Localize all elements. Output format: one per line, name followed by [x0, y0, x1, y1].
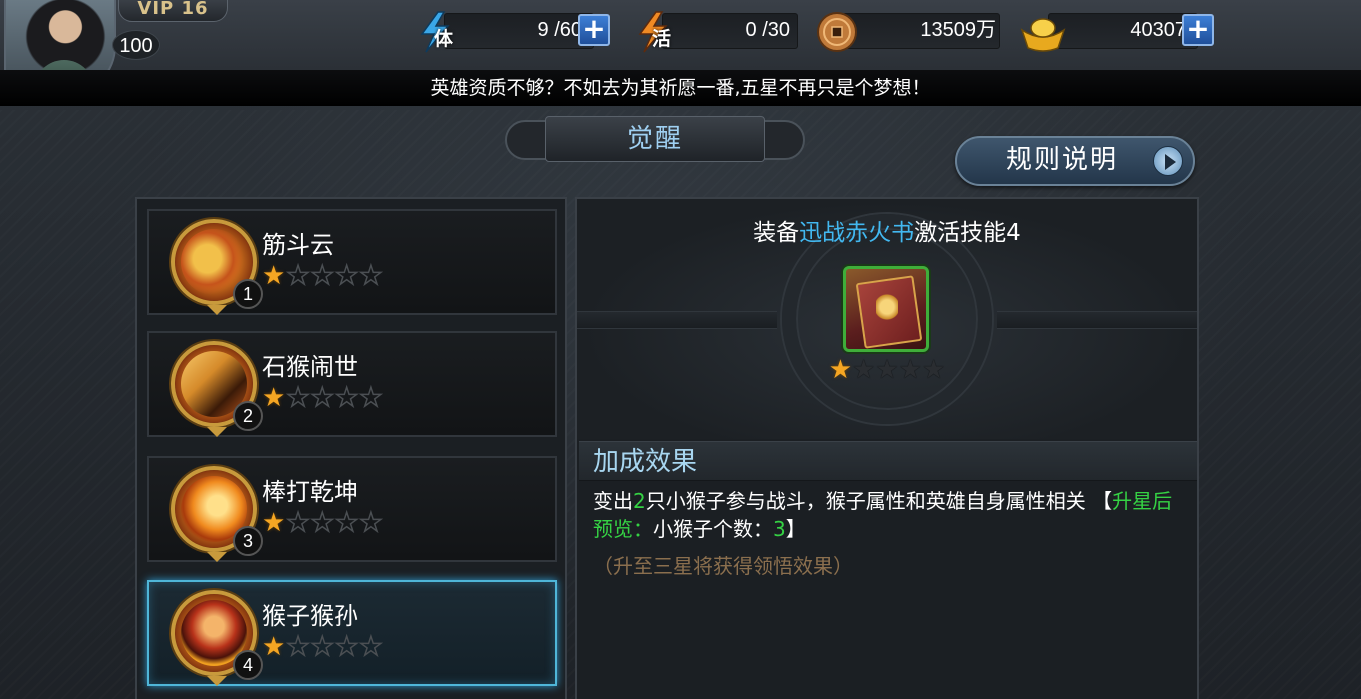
star-empty-icon: ★: [875, 355, 899, 385]
top-bar: VIP 16 100 体 9 /60 + 活 0 /30 13509万 4030…: [0, 0, 1361, 96]
star-empty-icon: ★: [286, 507, 311, 539]
equip-prefix: 装备: [753, 220, 800, 246]
star-empty-icon: ★: [358, 382, 384, 414]
skill-list: 1 筋斗云 ★★★★★ 2 石猴闹世 ★★★★★ 3 棒打乾坤 ★★★★★ 4 …: [135, 197, 567, 699]
stamina-icon-label: 体: [434, 28, 454, 50]
skill-name: 棒打乾坤: [262, 478, 358, 506]
equip-suffix: 激活技能4: [914, 220, 1021, 246]
decorative-bar-left: [577, 311, 777, 329]
star-empty-icon: ★: [286, 260, 311, 292]
vitality-value: 0 /30: [745, 19, 790, 41]
notice-banner: 英雄资质不够？不如去为其祈愿一番,五星不再只是个梦想！: [0, 70, 1361, 106]
star-empty-icon: ★: [310, 507, 335, 539]
play-arrow-icon: [1153, 146, 1183, 176]
staff-skill-icon: 3: [171, 466, 263, 562]
vitality-resource: 活 0 /30: [632, 10, 802, 54]
star-empty-icon: ★: [334, 260, 360, 292]
coins-value: 13509万: [920, 19, 996, 41]
gold-resource: 40307 +: [1018, 10, 1218, 54]
equip-stars: ★★★★★: [577, 355, 1197, 385]
page-title: 觉醒: [626, 124, 683, 154]
cloud-skill-icon: 1: [171, 219, 263, 315]
skill-stars: ★★★★★: [262, 260, 384, 292]
monkey-army-skill-icon: 4: [171, 590, 263, 686]
skill-stars: ★★★★★: [262, 631, 384, 663]
stamina-value: 9 /60: [537, 19, 582, 41]
effect-value: 2: [633, 489, 646, 513]
star-empty-icon: ★: [334, 631, 360, 663]
rules-button[interactable]: 规则说明: [955, 136, 1195, 186]
skill-detail-panel: 装备迅战赤火书激活技能4 ★★★★★ 加成效果 变出2只小猴子参与战斗，猴子属性…: [575, 197, 1199, 699]
add-gold-button[interactable]: +: [1182, 14, 1214, 46]
effect-text: 小猴子个数：: [653, 517, 773, 541]
star-filled-icon: ★: [828, 355, 853, 385]
star-filled-icon: ★: [262, 261, 287, 291]
gold-value: 40307: [1130, 19, 1186, 41]
star-empty-icon: ★: [921, 355, 946, 385]
gold-ingot-icon: [1018, 10, 1068, 54]
star-empty-icon: ★: [898, 355, 922, 385]
star-empty-icon: ★: [852, 355, 876, 385]
fire-book-item-icon[interactable]: [843, 266, 929, 352]
skill-name: 石猴闹世: [262, 353, 358, 381]
star-empty-icon: ★: [334, 382, 360, 414]
skill-name: 猴子猴孙: [262, 602, 358, 630]
equip-requirement: 装备迅战赤火书激活技能4: [577, 213, 1197, 247]
stamina-resource: 体 9 /60 +: [414, 10, 614, 54]
star-empty-icon: ★: [358, 507, 384, 539]
effect-value: 3: [773, 517, 786, 541]
rules-button-label: 规则说明: [1005, 145, 1118, 175]
star-empty-icon: ★: [310, 382, 335, 414]
skill-name: 筋斗云: [262, 231, 334, 259]
star-empty-icon: ★: [334, 507, 360, 539]
star-empty-icon: ★: [358, 631, 384, 663]
effect-note: （升至三星将获得领悟效果）: [593, 554, 853, 578]
coins-resource: 13509万: [812, 10, 1002, 54]
add-stamina-button[interactable]: +: [578, 14, 610, 46]
equip-area: 装备迅战赤火书激活技能4 ★★★★★: [577, 199, 1197, 439]
effect-text: 】: [785, 517, 806, 541]
skill-number: 2: [233, 401, 263, 431]
skill-card-3[interactable]: 3 棒打乾坤 ★★★★★: [147, 456, 557, 562]
star-empty-icon: ★: [286, 631, 311, 663]
star-empty-icon: ★: [358, 260, 384, 292]
star-filled-icon: ★: [262, 632, 287, 662]
effect-header-label: 加成效果: [593, 447, 698, 477]
effect-text: 只小猴子参与战斗，猴子属性和英雄自身属性相关 【: [645, 489, 1113, 513]
title-plaque: 觉醒: [505, 114, 805, 168]
player-level: 100: [112, 30, 160, 60]
star-empty-icon: ★: [286, 382, 311, 414]
skill-number: 1: [233, 279, 263, 309]
star-empty-icon: ★: [310, 260, 335, 292]
skill-card-1[interactable]: 1 筋斗云 ★★★★★: [147, 209, 557, 315]
stone-monkey-skill-icon: 2: [171, 341, 263, 437]
skill-number: 4: [233, 650, 263, 680]
skill-card-4[interactable]: 4 猴子猴孙 ★★★★★: [147, 580, 557, 686]
skill-stars: ★★★★★: [262, 382, 384, 414]
equip-item-name[interactable]: 迅战赤火书: [799, 220, 914, 246]
vip-badge: VIP 16: [118, 0, 228, 22]
star-filled-icon: ★: [262, 508, 287, 538]
effect-header: 加成效果: [579, 441, 1197, 481]
effect-description: 变出2只小猴子参与战斗，猴子属性和英雄自身属性相关 【升星后预览：小猴子个数：3…: [593, 487, 1189, 543]
star-empty-icon: ★: [310, 631, 335, 663]
decorative-bar-right: [997, 311, 1197, 329]
copper-coin-icon: [812, 10, 862, 54]
star-filled-icon: ★: [262, 383, 287, 413]
skill-card-2[interactable]: 2 石猴闹世 ★★★★★: [147, 331, 557, 437]
skill-number: 3: [233, 526, 263, 556]
effect-text: 变出: [593, 489, 633, 513]
skill-stars: ★★★★★: [262, 507, 384, 539]
vitality-icon-label: 活: [652, 28, 672, 50]
